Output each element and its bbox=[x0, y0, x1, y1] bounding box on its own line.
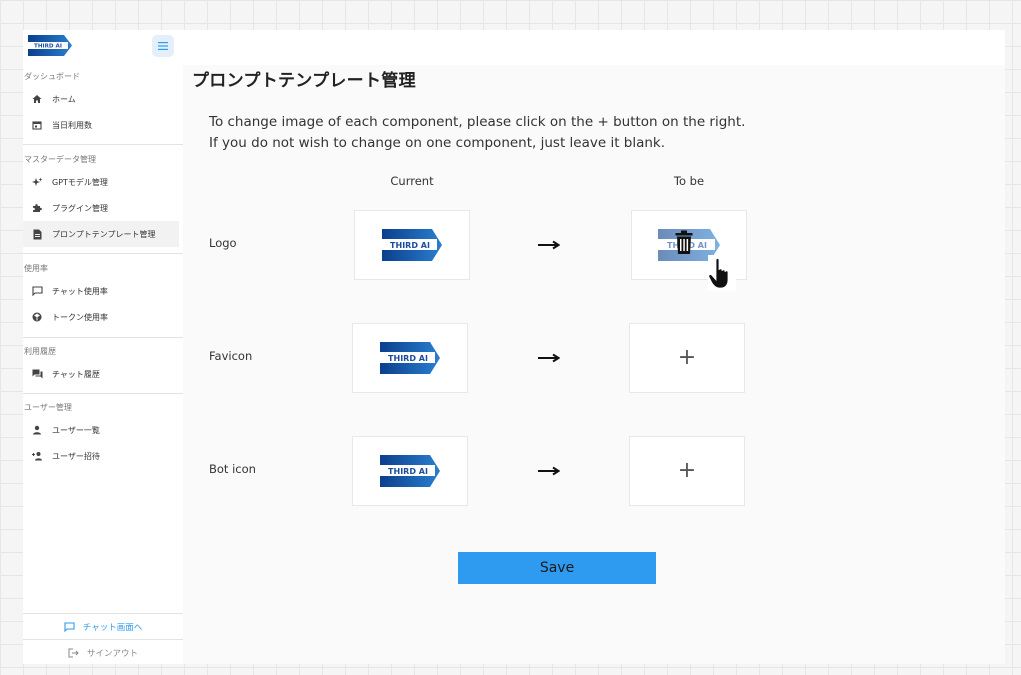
nav-section-user-management: ユーザー管理 bbox=[24, 403, 72, 412]
sidebar-item-token-usage[interactable]: トークン使用率 bbox=[23, 304, 179, 330]
home-icon bbox=[31, 93, 43, 105]
logo-text: THIRD AI bbox=[34, 44, 62, 50]
chat-history-icon bbox=[31, 368, 43, 380]
sign-out-link[interactable]: サインアウト bbox=[23, 640, 183, 665]
sidebar-item-label: プロンプトテンプレート管理 bbox=[52, 229, 156, 239]
to-be-logo-card[interactable]: THIRD AI bbox=[631, 210, 747, 291]
current-bot-icon-card: THIRD AI bbox=[352, 436, 468, 506]
row-label-bot-icon: Bot icon bbox=[209, 462, 256, 476]
sidebar-item-user-list[interactable]: ユーザー一覧 bbox=[23, 417, 179, 443]
logo-text: THIRD AI bbox=[390, 241, 430, 250]
sidebar-item-label: チャット履歴 bbox=[52, 369, 100, 379]
to-be-favicon-upload-button[interactable]: + bbox=[629, 323, 745, 393]
top-bar bbox=[183, 30, 1005, 65]
to-be-bot-icon-upload-button[interactable]: + bbox=[629, 436, 745, 506]
sidebar-item-label: チャット使用率 bbox=[52, 286, 108, 296]
nav-section-master-data: マスターデータ管理 bbox=[24, 155, 96, 164]
page-title: プロンプトテンプレート管理 bbox=[192, 71, 416, 91]
plus-icon: + bbox=[677, 345, 697, 370]
chat-bubble-icon bbox=[64, 621, 75, 632]
sidebar-item-plugins[interactable]: プラグイン管理 bbox=[23, 195, 179, 221]
row-label-favicon: Favicon bbox=[209, 349, 253, 363]
logo-text: THIRD AI bbox=[388, 354, 428, 363]
row-label-logo: Logo bbox=[209, 236, 237, 250]
sparkle-icon bbox=[31, 176, 43, 188]
third-ai-logo: THIRD AI bbox=[382, 229, 442, 261]
logo-text: THIRD AI bbox=[388, 467, 428, 476]
chat-bubble-icon bbox=[31, 285, 43, 297]
sidebar: THIRD AI ダッシュボード ホーム 当日利用数 マスターデータ管理 GPT… bbox=[23, 30, 183, 664]
sidebar-item-label: ユーザー一覧 bbox=[52, 425, 100, 435]
nav-divider bbox=[23, 144, 183, 145]
menu-icon bbox=[158, 42, 168, 50]
puzzle-icon bbox=[31, 202, 43, 214]
person-add-icon bbox=[31, 450, 43, 462]
arrow-right-icon bbox=[538, 353, 560, 363]
nav-section-usage-history: 利用履歴 bbox=[24, 347, 56, 356]
nav-section-usage-rate: 使用率 bbox=[24, 264, 48, 273]
sidebar-item-gpt-models[interactable]: GPTモデル管理 bbox=[23, 169, 179, 195]
third-ai-logo: THIRD AI bbox=[380, 455, 440, 487]
sidebar-item-label: GPTモデル管理 bbox=[52, 177, 108, 187]
plus-icon: + bbox=[677, 458, 697, 483]
sidebar-item-home[interactable]: ホーム bbox=[23, 86, 179, 112]
logout-icon bbox=[68, 648, 79, 658]
sidebar-item-chat-history[interactable]: チャット履歴 bbox=[23, 361, 179, 387]
document-icon bbox=[31, 228, 43, 240]
trash-icon[interactable] bbox=[675, 230, 693, 255]
hamburger-menu-button[interactable] bbox=[152, 35, 174, 57]
arrow-right-icon bbox=[538, 466, 560, 476]
sidebar-item-label: ホーム bbox=[52, 94, 76, 104]
nav-divider bbox=[23, 337, 183, 338]
sidebar-item-daily-usage[interactable]: 当日利用数 bbox=[23, 112, 179, 138]
instruction-line-1: To change image of each component, pleas… bbox=[209, 114, 746, 130]
sign-out-label: サインアウト bbox=[86, 648, 138, 659]
third-ai-logo: THIRD AI bbox=[380, 342, 440, 374]
column-header-current: Current bbox=[390, 174, 434, 188]
sidebar-item-user-invite[interactable]: ユーザー招待 bbox=[23, 443, 179, 469]
sidebar-item-chat-usage[interactable]: チャット使用率 bbox=[23, 278, 179, 304]
go-to-chat-link[interactable]: チャット画面へ bbox=[23, 614, 183, 639]
sidebar-item-label: ユーザー招待 bbox=[52, 451, 100, 461]
sidebar-item-label: プラグイン管理 bbox=[52, 203, 108, 213]
nav-section-dashboard: ダッシュボード bbox=[24, 72, 80, 81]
current-logo-card: THIRD AI bbox=[354, 210, 470, 280]
sidebar-item-label: トークン使用率 bbox=[52, 312, 108, 322]
instruction-line-2: If you do not wish to change on one comp… bbox=[209, 135, 666, 151]
calendar-icon bbox=[31, 119, 43, 131]
go-to-chat-label: チャット画面へ bbox=[82, 622, 143, 633]
arrow-right-icon bbox=[538, 240, 560, 250]
third-ai-logo[interactable]: THIRD AI bbox=[28, 33, 72, 58]
sidebar-item-prompt-templates[interactable]: プロンプトテンプレート管理 bbox=[23, 221, 179, 247]
column-header-to-be: To be bbox=[673, 174, 705, 188]
hand-pointer-cursor-icon bbox=[708, 255, 736, 291]
app-window: THIRD AI ダッシュボード ホーム 当日利用数 マスターデータ管理 GPT… bbox=[23, 30, 1005, 664]
save-button[interactable]: Save bbox=[458, 552, 656, 584]
sidebar-item-label: 当日利用数 bbox=[52, 120, 92, 130]
nav-divider bbox=[23, 253, 183, 254]
person-icon bbox=[31, 424, 43, 436]
nav-divider bbox=[23, 393, 183, 394]
token-icon bbox=[31, 311, 43, 323]
current-favicon-card: THIRD AI bbox=[352, 323, 468, 393]
